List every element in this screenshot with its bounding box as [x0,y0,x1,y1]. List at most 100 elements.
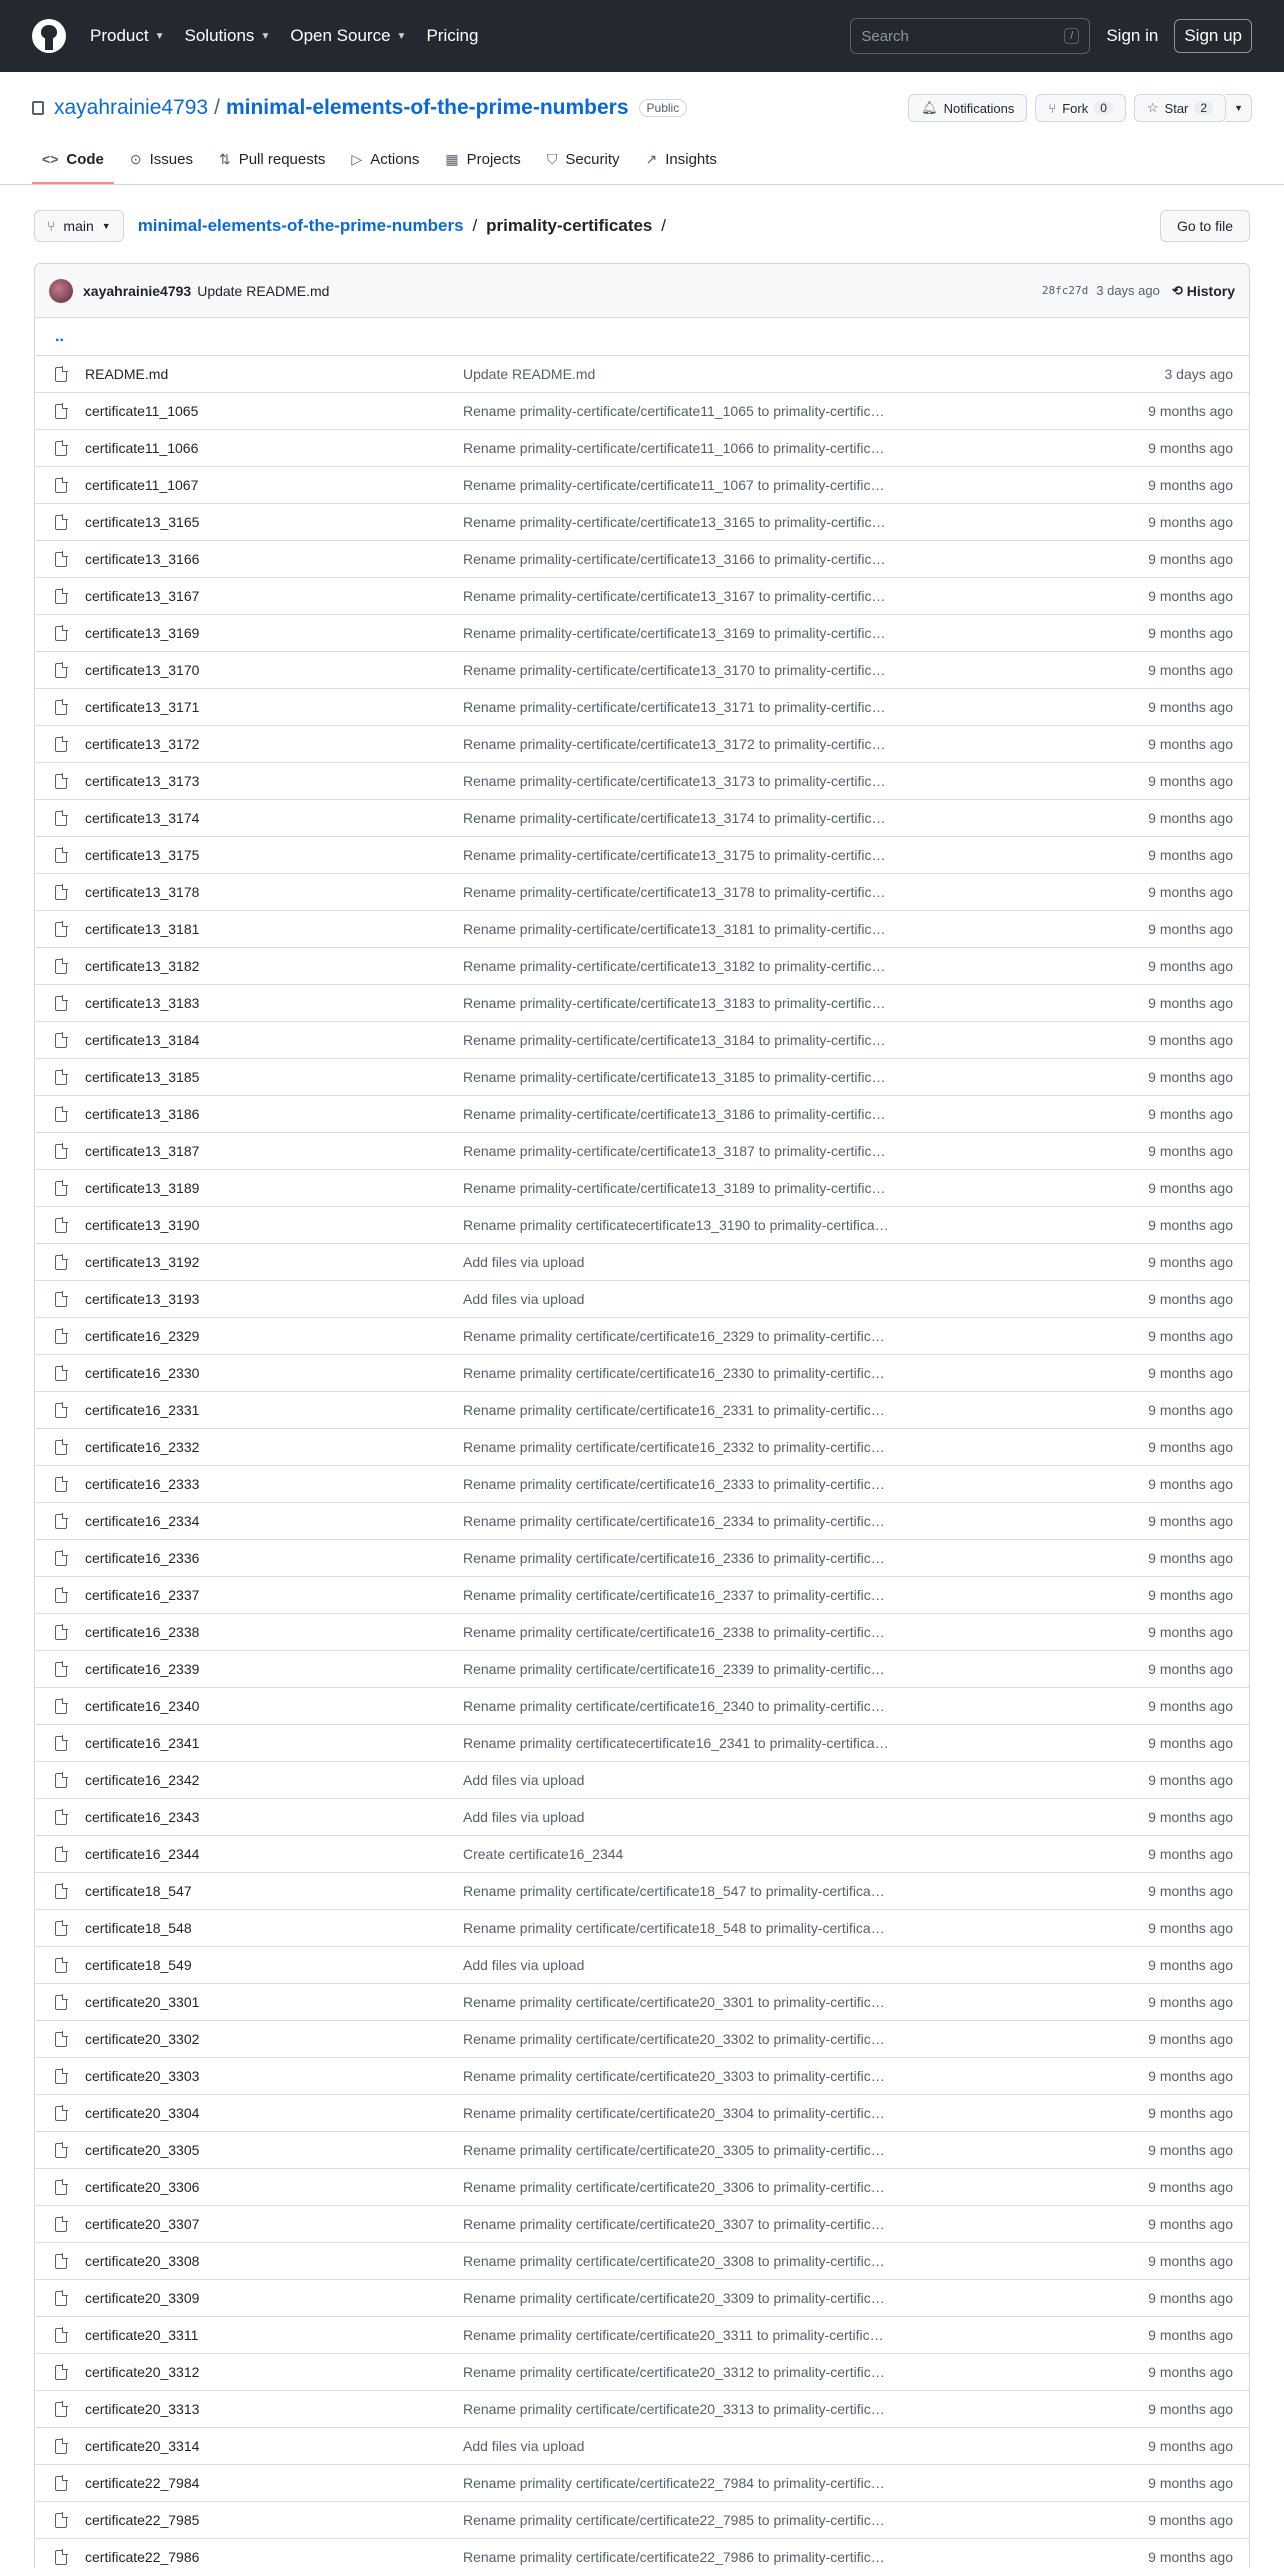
file-name-link[interactable]: certificate16_2336 [85,1550,463,1566]
file-row[interactable]: certificate16_2344 Create certificate16_2… [35,1835,1249,1872]
nav-solutions[interactable]: Solutions ▼ [185,26,271,46]
file-commit-message-link[interactable]: Rename primality-certificate/certificate… [463,699,919,715]
file-commit-message-link[interactable]: Rename primality-certificate/certificate… [463,1106,919,1122]
file-commit-message-link[interactable]: Rename primality-certificate/certificate… [463,403,919,419]
file-row[interactable]: certificate16_2340 Rename primality certi… [35,1687,1249,1724]
file-row[interactable]: certificate16_2330 Rename primality certi… [35,1354,1249,1391]
file-row[interactable]: certificate22_7986 Rename primality certi… [35,2538,1249,2568]
search-input[interactable]: Search / [850,18,1091,54]
file-commit-message-link[interactable]: Rename primality-certificate/certificate… [463,1180,919,1196]
file-row[interactable]: certificate16_2329 Rename primality certi… [35,1317,1249,1354]
file-row[interactable]: certificate20_3301 Rename primality certi… [35,1983,1249,2020]
file-name-link[interactable]: certificate16_2330 [85,1365,463,1381]
tab-security[interactable]: ⛉ Security [537,136,630,184]
file-row[interactable]: certificate18_547 Rename primality certif… [35,1872,1249,1909]
file-name-link[interactable]: certificate20_3304 [85,2105,463,2121]
nav-open-source[interactable]: Open Source ▼ [290,26,406,46]
file-row[interactable]: certificate20_3303 Rename primality certi… [35,2057,1249,2094]
file-name-link[interactable]: certificate13_3186 [85,1106,463,1122]
file-row[interactable]: certificate13_3183 Rename primality-certi… [35,984,1249,1021]
tab-actions[interactable]: ▷ Actions [341,136,429,184]
tab-projects[interactable]: ▦ Projects [435,136,530,184]
file-name-link[interactable]: certificate16_2339 [85,1661,463,1677]
file-commit-message-link[interactable]: Rename primality-certificate/certificate… [463,440,919,456]
file-row[interactable]: certificate20_3314 Add files via upload 9 … [35,2427,1249,2464]
file-row[interactable]: certificate20_3305 Rename primality certi… [35,2131,1249,2168]
file-row[interactable]: certificate13_3170 Rename primality-certi… [35,651,1249,688]
file-name-link[interactable]: certificate18_548 [85,1920,463,1936]
file-row[interactable]: certificate11_1066 Rename primality-certi… [35,429,1249,466]
file-row[interactable]: certificate13_3169 Rename primality-certi… [35,614,1249,651]
file-name-link[interactable]: certificate13_3167 [85,588,463,604]
breadcrumb-repo-link[interactable]: minimal-elements-of-the-prime-numbers [138,216,464,235]
file-name-link[interactable]: certificate13_3169 [85,625,463,641]
file-commit-message-link[interactable]: Rename primality-certificate/certificate… [463,662,919,678]
file-commit-message-link[interactable]: Rename primality-certificate/certificate… [463,810,919,826]
file-row[interactable]: certificate20_3304 Rename primality certi… [35,2094,1249,2131]
file-commit-message-link[interactable]: Add files via upload [463,1809,919,1825]
file-row[interactable]: certificate20_3312 Rename primality certi… [35,2353,1249,2390]
file-commit-message-link[interactable]: Rename primality-certificate/certificate… [463,477,919,493]
branch-selector[interactable]: ⑂ main ▼ [34,210,124,242]
repo-name-link[interactable]: minimal-elements-of-the-prime-numbers [226,96,629,120]
avatar[interactable] [49,278,73,303]
go-to-file-button[interactable]: Go to file [1159,210,1250,242]
file-row[interactable]: certificate18_549 Add files via upload 9 m… [35,1946,1249,1983]
file-name-link[interactable]: certificate22_7985 [85,2512,463,2528]
file-row[interactable]: certificate13_3166 Rename primality-certi… [35,540,1249,577]
star-dropdown-button[interactable]: ▼ [1226,94,1252,122]
file-commit-message-link[interactable]: Rename primality certificate/certificate… [463,2142,919,2158]
file-name-link[interactable]: certificate20_3312 [85,2364,463,2380]
file-row[interactable]: certificate16_2343 Add files via upload 9 … [35,1798,1249,1835]
file-name-link[interactable]: certificate13_3170 [85,662,463,678]
file-row[interactable]: certificate13_3182 Rename primality-certi… [35,947,1249,984]
file-commit-message-link[interactable]: Rename primality certificate/certificate… [463,1365,919,1381]
file-name-link[interactable]: certificate16_2342 [85,1772,463,1788]
file-name-link[interactable]: certificate16_2331 [85,1402,463,1418]
file-commit-message-link[interactable]: Rename primality certificate/certificate… [463,2401,919,2417]
github-logo-icon[interactable] [32,19,66,53]
file-row[interactable]: certificate13_3189 Rename primality-certi… [35,1169,1249,1206]
file-commit-message-link[interactable]: Rename primality certificate/certificate… [463,1513,919,1529]
file-row[interactable]: certificate13_3186 Rename primality-certi… [35,1095,1249,1132]
file-commit-message-link[interactable]: Rename primality certificatecertificate1… [463,1217,919,1233]
file-name-link[interactable]: certificate16_2332 [85,1439,463,1455]
commit-author-link[interactable]: xayahrainie4793 [83,283,191,299]
fork-button[interactable]: ⑂ Fork 0 [1035,94,1126,122]
file-row[interactable]: certificate11_1067 Rename primality-certi… [35,466,1249,503]
file-commit-message-link[interactable]: Rename primality certificate/certificate… [463,2475,919,2491]
file-row[interactable]: certificate13_3173 Rename primality-certi… [35,762,1249,799]
file-row[interactable]: certificate22_7984 Rename primality certi… [35,2464,1249,2501]
file-commit-message-link[interactable]: Rename primality certificate/certificate… [463,1624,919,1640]
tab-issues[interactable]: ⊙ Issues [120,136,203,184]
file-name-link[interactable]: certificate13_3171 [85,699,463,715]
tab-pull-requests[interactable]: ⇅ Pull requests [209,136,335,184]
file-name-link[interactable]: certificate13_3187 [85,1143,463,1159]
parent-directory-link[interactable]: .. [35,318,1249,355]
file-commit-message-link[interactable]: Rename primality-certificate/certificate… [463,625,919,641]
file-name-link[interactable]: certificate20_3305 [85,2142,463,2158]
repo-owner-link[interactable]: xayahrainie4793 [54,96,208,120]
file-name-link[interactable]: certificate13_3174 [85,810,463,826]
file-name-link[interactable]: certificate20_3301 [85,1994,463,2010]
file-row[interactable]: certificate13_3181 Rename primality-certi… [35,910,1249,947]
file-commit-message-link[interactable]: Rename primality certificate/certificate… [463,1550,919,1566]
nav-pricing[interactable]: Pricing [426,26,478,46]
file-name-link[interactable]: certificate18_549 [85,1957,463,1973]
file-row[interactable]: certificate16_2333 Rename primality certi… [35,1465,1249,1502]
history-button[interactable]: ⟲ History [1172,283,1235,299]
file-name-link[interactable]: certificate16_2329 [85,1328,463,1344]
file-row[interactable]: certificate16_2339 Rename primality certi… [35,1650,1249,1687]
file-name-link[interactable]: certificate11_1067 [85,477,463,493]
file-commit-message-link[interactable]: Rename primality certificate/certificate… [463,2549,919,2565]
file-row[interactable]: certificate13_3178 Rename primality-certi… [35,873,1249,910]
file-name-link[interactable]: certificate13_3185 [85,1069,463,1085]
file-commit-message-link[interactable]: Add files via upload [463,2438,919,2454]
file-name-link[interactable]: certificate13_3172 [85,736,463,752]
file-commit-message-link[interactable]: Rename primality-certificate/certificate… [463,995,919,1011]
file-commit-message-link[interactable]: Rename primality certificate/certificate… [463,2512,919,2528]
file-name-link[interactable]: certificate13_3190 [85,1217,463,1233]
file-commit-message-link[interactable]: Rename primality certificate/certificate… [463,1698,919,1714]
tab-insights[interactable]: ↗ Insights [636,136,727,184]
file-commit-message-link[interactable]: Rename primality certificate/certificate… [463,1883,919,1899]
